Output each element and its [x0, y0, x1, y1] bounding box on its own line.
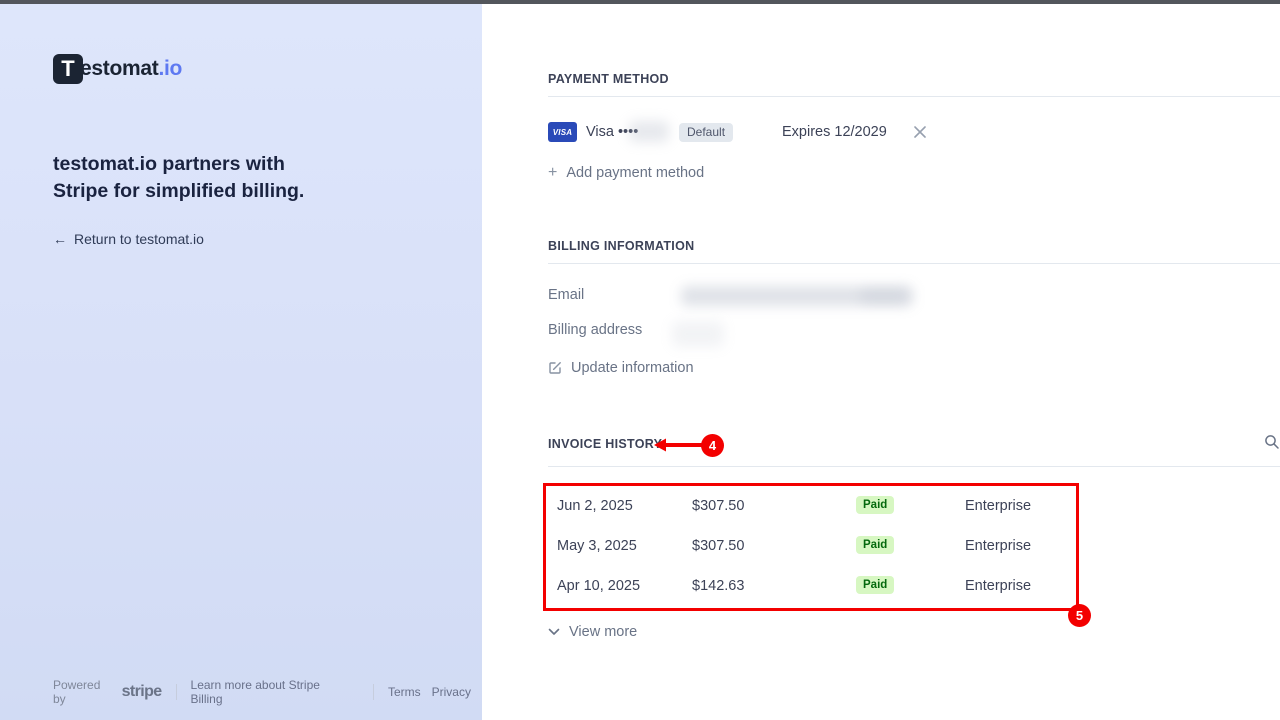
section-divider [548, 263, 1280, 264]
view-more-label: View more [569, 624, 637, 640]
visa-card-icon: VISA [548, 122, 577, 142]
learn-more-link[interactable]: Learn more about Stripe Billing [191, 678, 349, 706]
redacted-email-value [860, 288, 908, 304]
annotation-arrow-left [652, 437, 708, 453]
email-label: Email [548, 287, 584, 303]
edit-pencil-icon [548, 361, 562, 375]
window-top-edge [0, 0, 1280, 4]
annotation-badge-4: 4 [701, 434, 724, 457]
billing-address-label: Billing address [548, 322, 642, 338]
logo-suffix: .io [158, 57, 182, 81]
redacted-card-digits [629, 121, 669, 142]
terms-link[interactable]: Terms [388, 685, 421, 699]
annotation-highlight-box [543, 483, 1079, 611]
remove-card-icon[interactable] [913, 125, 927, 144]
footer-divider [176, 684, 177, 700]
footer-divider [373, 684, 374, 700]
testomat-logo: T estomat.io [53, 54, 182, 84]
return-link-label: Return to testomat.io [74, 231, 204, 247]
section-divider [548, 466, 1280, 467]
stripe-logo: stripe [122, 683, 162, 701]
default-card-badge: Default [679, 123, 733, 142]
update-information-label: Update information [571, 360, 694, 376]
brand-sidebar: T estomat.io testomat.io partners with S… [0, 4, 482, 720]
search-invoices-icon[interactable] [1264, 434, 1280, 455]
card-expiry-label: Expires 12/2029 [782, 124, 887, 140]
payment-method-title: PAYMENT METHOD [548, 72, 669, 86]
powered-by-label: Powered by [53, 678, 114, 706]
update-information-button[interactable]: Update information [548, 360, 694, 376]
section-divider [548, 96, 1280, 97]
billing-information-title: BILLING INFORMATION [548, 239, 694, 253]
view-more-button[interactable]: View more [548, 624, 637, 640]
logo-wordmark: estomat [80, 57, 158, 81]
chevron-down-icon [548, 628, 560, 636]
arrow-left-icon: ← [53, 231, 67, 247]
add-payment-method-button[interactable]: + Add payment method [548, 165, 704, 181]
plus-icon: + [548, 166, 557, 180]
invoice-history-title: INVOICE HISTORY [548, 437, 662, 451]
return-to-merchant-link[interactable]: ← Return to testomat.io [53, 231, 204, 247]
logo-t-icon: T [53, 54, 83, 84]
partner-headline: testomat.io partners with Stripe for sim… [53, 151, 315, 205]
redacted-address-value [672, 321, 724, 347]
privacy-link[interactable]: Privacy [432, 685, 471, 699]
annotation-badge-5: 5 [1068, 604, 1091, 627]
add-payment-label: Add payment method [566, 165, 704, 181]
sidebar-footer: Powered by stripe Learn more about Strip… [53, 678, 482, 706]
